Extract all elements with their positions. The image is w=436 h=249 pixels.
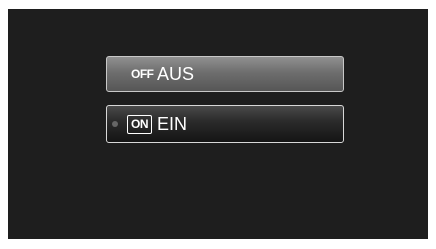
option-aus-button[interactable]: OFF AUS xyxy=(106,56,344,92)
camera-screen: OFF AUS ON EIN xyxy=(8,9,428,239)
option-aus-label: AUS xyxy=(157,63,195,84)
on-icon: ON xyxy=(127,114,152,134)
selected-indicator-icon xyxy=(112,121,118,127)
option-ein-label: EIN xyxy=(157,113,188,134)
off-icon: OFF xyxy=(131,67,154,81)
option-ein-button[interactable]: ON EIN xyxy=(106,105,344,143)
